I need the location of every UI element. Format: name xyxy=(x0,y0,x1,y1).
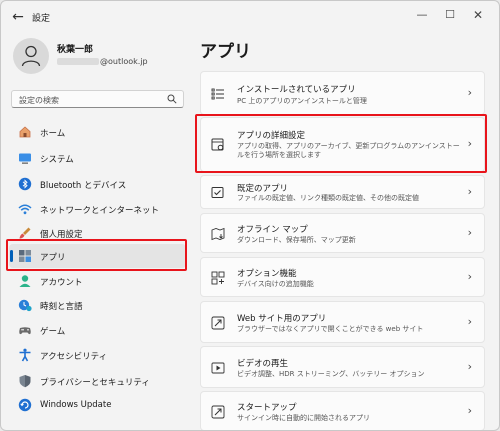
settings-window: ← 設定 — ☐ ✕ 秋葉一郎 @outlook.jp 設定の検索 ホーム シス… xyxy=(0,0,500,431)
card-default-apps[interactable]: 既定のアプリ ファイルの既定値、リンク種類の既定値、その他の既定値 › xyxy=(200,175,485,209)
avatar[interactable] xyxy=(13,38,49,74)
card-title: オフライン マップ xyxy=(237,225,308,235)
update-icon xyxy=(18,398,32,412)
sidebar-item-gaming[interactable]: ゲーム xyxy=(9,318,186,342)
system-icon xyxy=(19,153,31,164)
sidebar-item-bluetooth[interactable]: Bluetooth とデバイス xyxy=(9,172,186,196)
web-apps-icon xyxy=(211,316,225,330)
card-offline-maps[interactable]: オフライン マップ ダウンロード、保存場所、マップ更新 › xyxy=(200,213,485,253)
card-description: ブラウザーではなくアプリで開くことができる web サイト xyxy=(237,325,424,333)
sidebar-item-time-language[interactable]: 時刻と言語 xyxy=(9,293,186,317)
minimize-button[interactable]: — xyxy=(409,5,435,25)
card-description: ダウンロード、保存場所、マップ更新 xyxy=(237,236,356,244)
card-startup[interactable]: スタートアップ サインイン時に自動的に開始されるアプリ › xyxy=(200,391,485,430)
page-title: アプリ xyxy=(200,42,251,62)
title-bar: ← 設定 — ☐ ✕ xyxy=(1,1,499,33)
sidebar-item-label: Bluetooth とデバイス xyxy=(40,181,127,191)
sidebar-item-label: アクセシビリティ xyxy=(40,352,108,362)
search-placeholder: 設定の検索 xyxy=(19,96,59,105)
sidebar-item-windows-update[interactable]: Windows Update xyxy=(9,393,186,417)
card-title: スタートアップ xyxy=(237,403,297,413)
card-optional-features[interactable]: オプション機能 デバイス向けの追加機能 › xyxy=(200,257,485,297)
wifi-icon xyxy=(18,204,32,215)
video-icon xyxy=(211,362,225,374)
card-title: 既定のアプリ xyxy=(237,184,289,194)
chevron-right-icon: › xyxy=(467,86,472,99)
account-icon xyxy=(19,275,31,287)
startup-icon xyxy=(211,405,225,419)
chevron-right-icon: › xyxy=(467,185,472,198)
card-description: ファイルの既定値、リンク種類の既定値、その他の既定値 xyxy=(237,194,419,202)
chevron-right-icon: › xyxy=(467,315,472,328)
user-name: 秋葉一郎 xyxy=(57,45,94,55)
list-icon xyxy=(211,88,224,100)
chevron-right-icon: › xyxy=(467,360,472,373)
card-title: インストールされているアプリ xyxy=(237,85,356,95)
sidebar-item-accessibility[interactable]: アクセシビリティ xyxy=(9,343,186,367)
back-button[interactable]: ← xyxy=(7,7,29,27)
card-installed-apps[interactable]: インストールされているアプリ PC 上のアプリのアンインストールと管理 › xyxy=(200,71,485,115)
card-description: ビデオ調整、HDR ストリーミング、バッテリー オプション xyxy=(237,370,425,378)
card-video-playback[interactable]: ビデオの再生 ビデオ調整、HDR ストリーミング、バッテリー オプション › xyxy=(200,346,485,388)
sidebar-item-system[interactable]: システム xyxy=(9,146,186,170)
bluetooth-icon xyxy=(18,177,32,191)
search-input[interactable]: 設定の検索 xyxy=(11,90,184,108)
brush-icon xyxy=(19,227,31,239)
user-icon xyxy=(21,45,41,67)
email-suffix: @outlook.jp xyxy=(100,57,148,66)
sidebar-item-label: Windows Update xyxy=(40,400,112,410)
home-icon xyxy=(19,126,31,138)
default-apps-icon xyxy=(211,187,224,198)
sidebar-item-label: ネットワークとインターネット xyxy=(40,206,160,216)
clock-globe-icon xyxy=(18,299,32,312)
sidebar-item-label: プライバシーとセキュリティ xyxy=(40,378,150,388)
close-button[interactable]: ✕ xyxy=(465,5,491,25)
sidebar-item-home[interactable]: ホーム xyxy=(9,120,186,144)
sidebar-item-privacy[interactable]: プライバシーとセキュリティ xyxy=(9,369,186,393)
optional-features-icon xyxy=(211,271,225,285)
maximize-button[interactable]: ☐ xyxy=(437,5,463,25)
search-icon xyxy=(167,94,177,104)
highlight-box-advanced-settings xyxy=(195,114,487,173)
sidebar-item-network[interactable]: ネットワークとインターネット xyxy=(9,197,186,221)
gamepad-icon xyxy=(19,327,31,335)
chevron-right-icon: › xyxy=(467,404,472,417)
sidebar-item-label: 時刻と言語 xyxy=(40,302,83,312)
sidebar-item-label: ホーム xyxy=(40,129,66,139)
card-description: デバイス向けの追加機能 xyxy=(237,280,314,288)
card-title: オプション機能 xyxy=(237,269,297,279)
redacted-email-prefix xyxy=(57,58,99,65)
sidebar-item-label: アカウント xyxy=(40,278,83,288)
card-title: Web サイト用のアプリ xyxy=(237,314,327,324)
highlight-box-apps xyxy=(6,239,187,271)
back-arrow-icon: ← xyxy=(12,9,24,25)
user-email: @outlook.jp xyxy=(57,57,148,66)
chevron-right-icon: › xyxy=(467,270,472,283)
map-icon xyxy=(211,227,225,241)
card-title: ビデオの再生 xyxy=(237,359,289,369)
sidebar-item-label: システム xyxy=(40,155,74,165)
accessibility-icon xyxy=(19,348,31,362)
card-apps-for-websites[interactable]: Web サイト用のアプリ ブラウザーではなくアプリで開くことができる web サ… xyxy=(200,301,485,343)
card-description: サインイン時に自動的に開始されるアプリ xyxy=(237,414,370,422)
window-title: 設定 xyxy=(32,14,51,24)
sidebar-item-accounts[interactable]: アカウント xyxy=(9,269,186,293)
card-description: PC 上のアプリのアンインストールと管理 xyxy=(237,97,367,105)
sidebar-item-label: ゲーム xyxy=(40,327,66,337)
chevron-right-icon: › xyxy=(467,226,472,239)
shield-icon xyxy=(19,375,31,388)
